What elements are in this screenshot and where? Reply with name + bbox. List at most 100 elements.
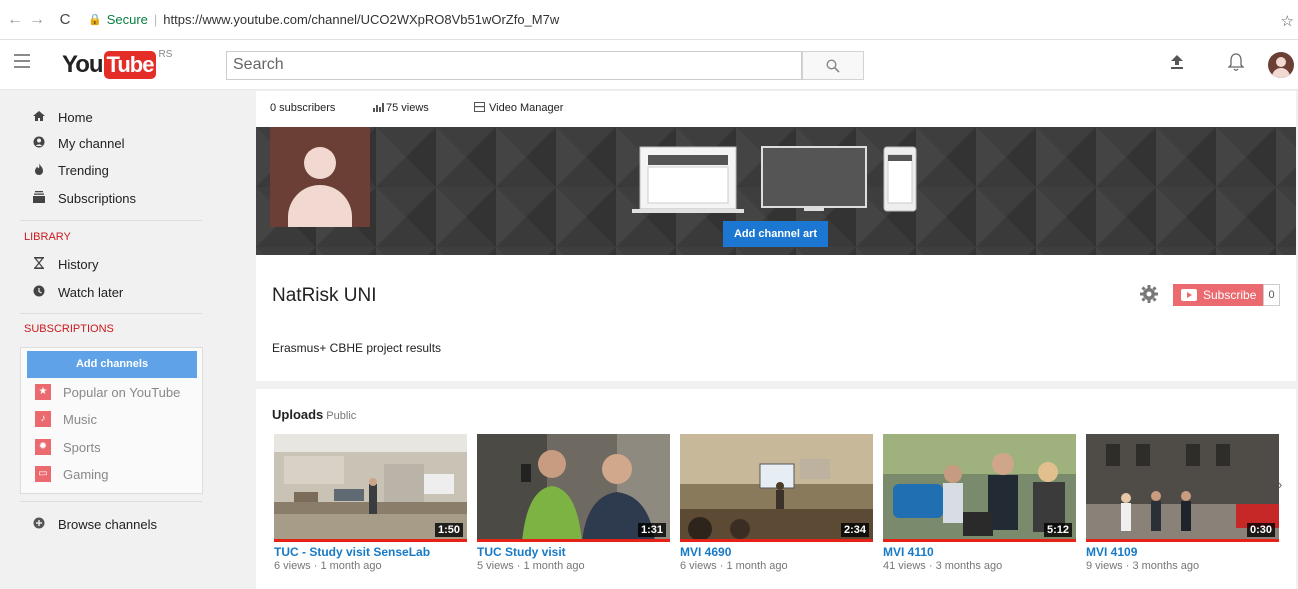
sidebar-item-home[interactable]: Home xyxy=(30,107,93,127)
upload-icon[interactable] xyxy=(1170,54,1184,75)
video-duration: 1:31 xyxy=(637,523,666,537)
subscribe-label: Subscribe xyxy=(1203,288,1257,302)
video-title[interactable]: TUC Study visit xyxy=(477,545,670,559)
sidebar-item-trending[interactable]: Trending xyxy=(30,160,109,180)
clock-icon xyxy=(30,285,48,300)
video-duration: 1:50 xyxy=(434,523,463,537)
views-count: 75 views xyxy=(386,102,429,114)
masthead: You Tube RS Search xyxy=(0,40,1298,90)
add-channel-art-button[interactable]: Add channel art xyxy=(723,221,828,247)
video-card[interactable]: 5:12 MVI 4110 41 views · 3 months ago xyxy=(883,434,1076,572)
video-card[interactable]: 1:31 TUC Study visit 5 views · 1 month a… xyxy=(477,434,670,572)
video-card[interactable]: 1:50 TUC - Study visit SenseLab 6 views … xyxy=(274,434,467,572)
guide-sidebar: Home My channel Trending Subscriptions L… xyxy=(0,91,218,572)
url-text[interactable]: https://www.youtube.com/channel/UCO2WXpR… xyxy=(163,12,559,27)
logo-tube: Tube xyxy=(103,51,157,79)
sidebar-item-watch-later[interactable]: Watch later xyxy=(30,282,123,302)
video-manager-link[interactable]: Video Manager xyxy=(474,102,563,114)
channel-stats-bar: 0 subscribers 75 views Video Manager xyxy=(256,91,1296,127)
country-code: RS xyxy=(158,49,173,60)
subscriptions-icon xyxy=(30,190,48,206)
back-arrow-icon[interactable]: ← xyxy=(4,11,26,29)
sidebar-item-label: Subscriptions xyxy=(58,190,137,206)
subscriptions-heading[interactable]: SUBSCRIPTIONS xyxy=(24,323,114,335)
sidebar-item-label: Watch later xyxy=(58,284,124,300)
subscription-item-music[interactable]: ♪ Music xyxy=(35,411,97,427)
views-stat[interactable]: 75 views xyxy=(373,102,429,114)
search-input[interactable]: Search xyxy=(226,51,802,80)
shelf-next-arrow-icon[interactable]: › xyxy=(1278,477,1282,492)
youtube-logo[interactable]: You Tube RS xyxy=(62,49,173,79)
channel-avatar[interactable] xyxy=(270,127,370,227)
person-icon xyxy=(30,136,48,151)
channel-description: Erasmus+ CBHE project results xyxy=(272,341,442,355)
watched-progress-bar xyxy=(680,539,873,542)
subscription-item-gaming[interactable]: ▭ Gaming xyxy=(35,466,109,482)
flame-icon xyxy=(30,162,48,178)
sidebar-item-subscriptions[interactable]: Subscriptions xyxy=(30,188,136,208)
music-note-icon: ♪ xyxy=(35,411,51,427)
subscribe-button[interactable]: Subscribe xyxy=(1173,284,1263,306)
logo-you: You xyxy=(62,51,104,78)
subscriber-count: 0 subscribers xyxy=(270,102,336,114)
gamepad-icon: ▭ xyxy=(35,466,51,482)
account-avatar[interactable] xyxy=(1268,52,1294,78)
subscription-label: Gaming xyxy=(63,466,109,482)
sidebar-divider xyxy=(20,313,202,314)
uploads-heading[interactable]: Uploads Public xyxy=(272,407,356,422)
sidebar-divider xyxy=(20,501,202,502)
library-heading[interactable]: LIBRARY xyxy=(24,231,71,243)
video-card[interactable]: 2:34 MVI 4690 6 views · 1 month ago xyxy=(680,434,873,572)
video-title[interactable]: TUC - Study visit SenseLab xyxy=(274,545,467,559)
watched-progress-bar xyxy=(477,539,670,542)
watched-progress-bar xyxy=(883,539,1076,542)
video-thumbnail[interactable]: 5:12 xyxy=(883,434,1076,542)
video-title[interactable]: MVI 4110 xyxy=(883,545,1076,559)
hourglass-icon xyxy=(30,256,48,272)
video-thumbnail[interactable]: 1:50 xyxy=(274,434,467,542)
forward-arrow-icon[interactable]: → xyxy=(26,11,48,29)
video-thumbnail[interactable]: 0:30 xyxy=(1086,434,1279,542)
video-title[interactable]: MVI 4690 xyxy=(680,545,873,559)
subscriptions-box: Add channels ★ Popular on YouTube ♪ Musi… xyxy=(20,347,203,494)
video-manager-label: Video Manager xyxy=(489,102,564,114)
video-duration: 2:34 xyxy=(840,523,869,537)
subscription-label: Popular on YouTube xyxy=(63,384,181,400)
channel-banner: Add channel art xyxy=(256,127,1296,255)
video-card[interactable]: 0:30 MVI 4109 9 views · 3 months ago xyxy=(1086,434,1279,572)
bookmark-star-icon[interactable]: ☆ xyxy=(1281,12,1294,30)
notifications-bell-icon[interactable] xyxy=(1227,52,1245,77)
sidebar-item-label: Home xyxy=(58,109,93,125)
add-channels-button[interactable]: Add channels xyxy=(27,351,197,378)
video-duration: 5:12 xyxy=(1043,523,1072,537)
lock-icon: 🔒 xyxy=(88,14,102,26)
sidebar-item-my-channel[interactable]: My channel xyxy=(30,133,124,153)
address-bar[interactable]: 🔒 Secure | https://www.youtube.com/chann… xyxy=(88,12,559,27)
sidebar-item-label: History xyxy=(58,256,99,272)
subscription-item-sports[interactable]: ✹ Sports xyxy=(35,439,101,455)
sidebar-item-label: My channel xyxy=(58,135,125,151)
video-thumbnail[interactable]: 2:34 xyxy=(680,434,873,542)
browse-channels-link[interactable]: Browse channels xyxy=(30,514,157,534)
subscription-label: Music xyxy=(63,411,97,427)
address-separator: | xyxy=(153,12,158,27)
video-thumbnail[interactable]: 1:31 xyxy=(477,434,670,542)
channel-name: NatRisk UNI xyxy=(272,285,377,306)
sidebar-item-history[interactable]: History xyxy=(30,254,98,274)
watched-progress-bar xyxy=(1086,539,1279,542)
secure-label: Secure xyxy=(106,12,148,27)
search-button[interactable] xyxy=(802,51,864,80)
subscription-label: Sports xyxy=(63,439,101,455)
sidebar-item-label: Trending xyxy=(58,162,109,178)
video-manager-icon xyxy=(474,102,485,112)
uploads-visibility: Public xyxy=(326,410,357,422)
subscription-item-popular[interactable]: ★ Popular on YouTube xyxy=(35,384,180,400)
guide-menu-icon[interactable] xyxy=(14,54,30,72)
channel-info-card: NatRisk UNI Subscribe 0 Erasmus+ CBHE pr… xyxy=(256,255,1296,381)
home-icon xyxy=(30,110,48,125)
reload-icon[interactable]: C xyxy=(54,11,76,28)
gear-icon[interactable] xyxy=(1140,285,1158,308)
video-meta: 6 views · 1 month ago xyxy=(274,560,382,572)
plus-circle-icon xyxy=(30,517,48,532)
video-title[interactable]: MVI 4109 xyxy=(1086,545,1279,559)
